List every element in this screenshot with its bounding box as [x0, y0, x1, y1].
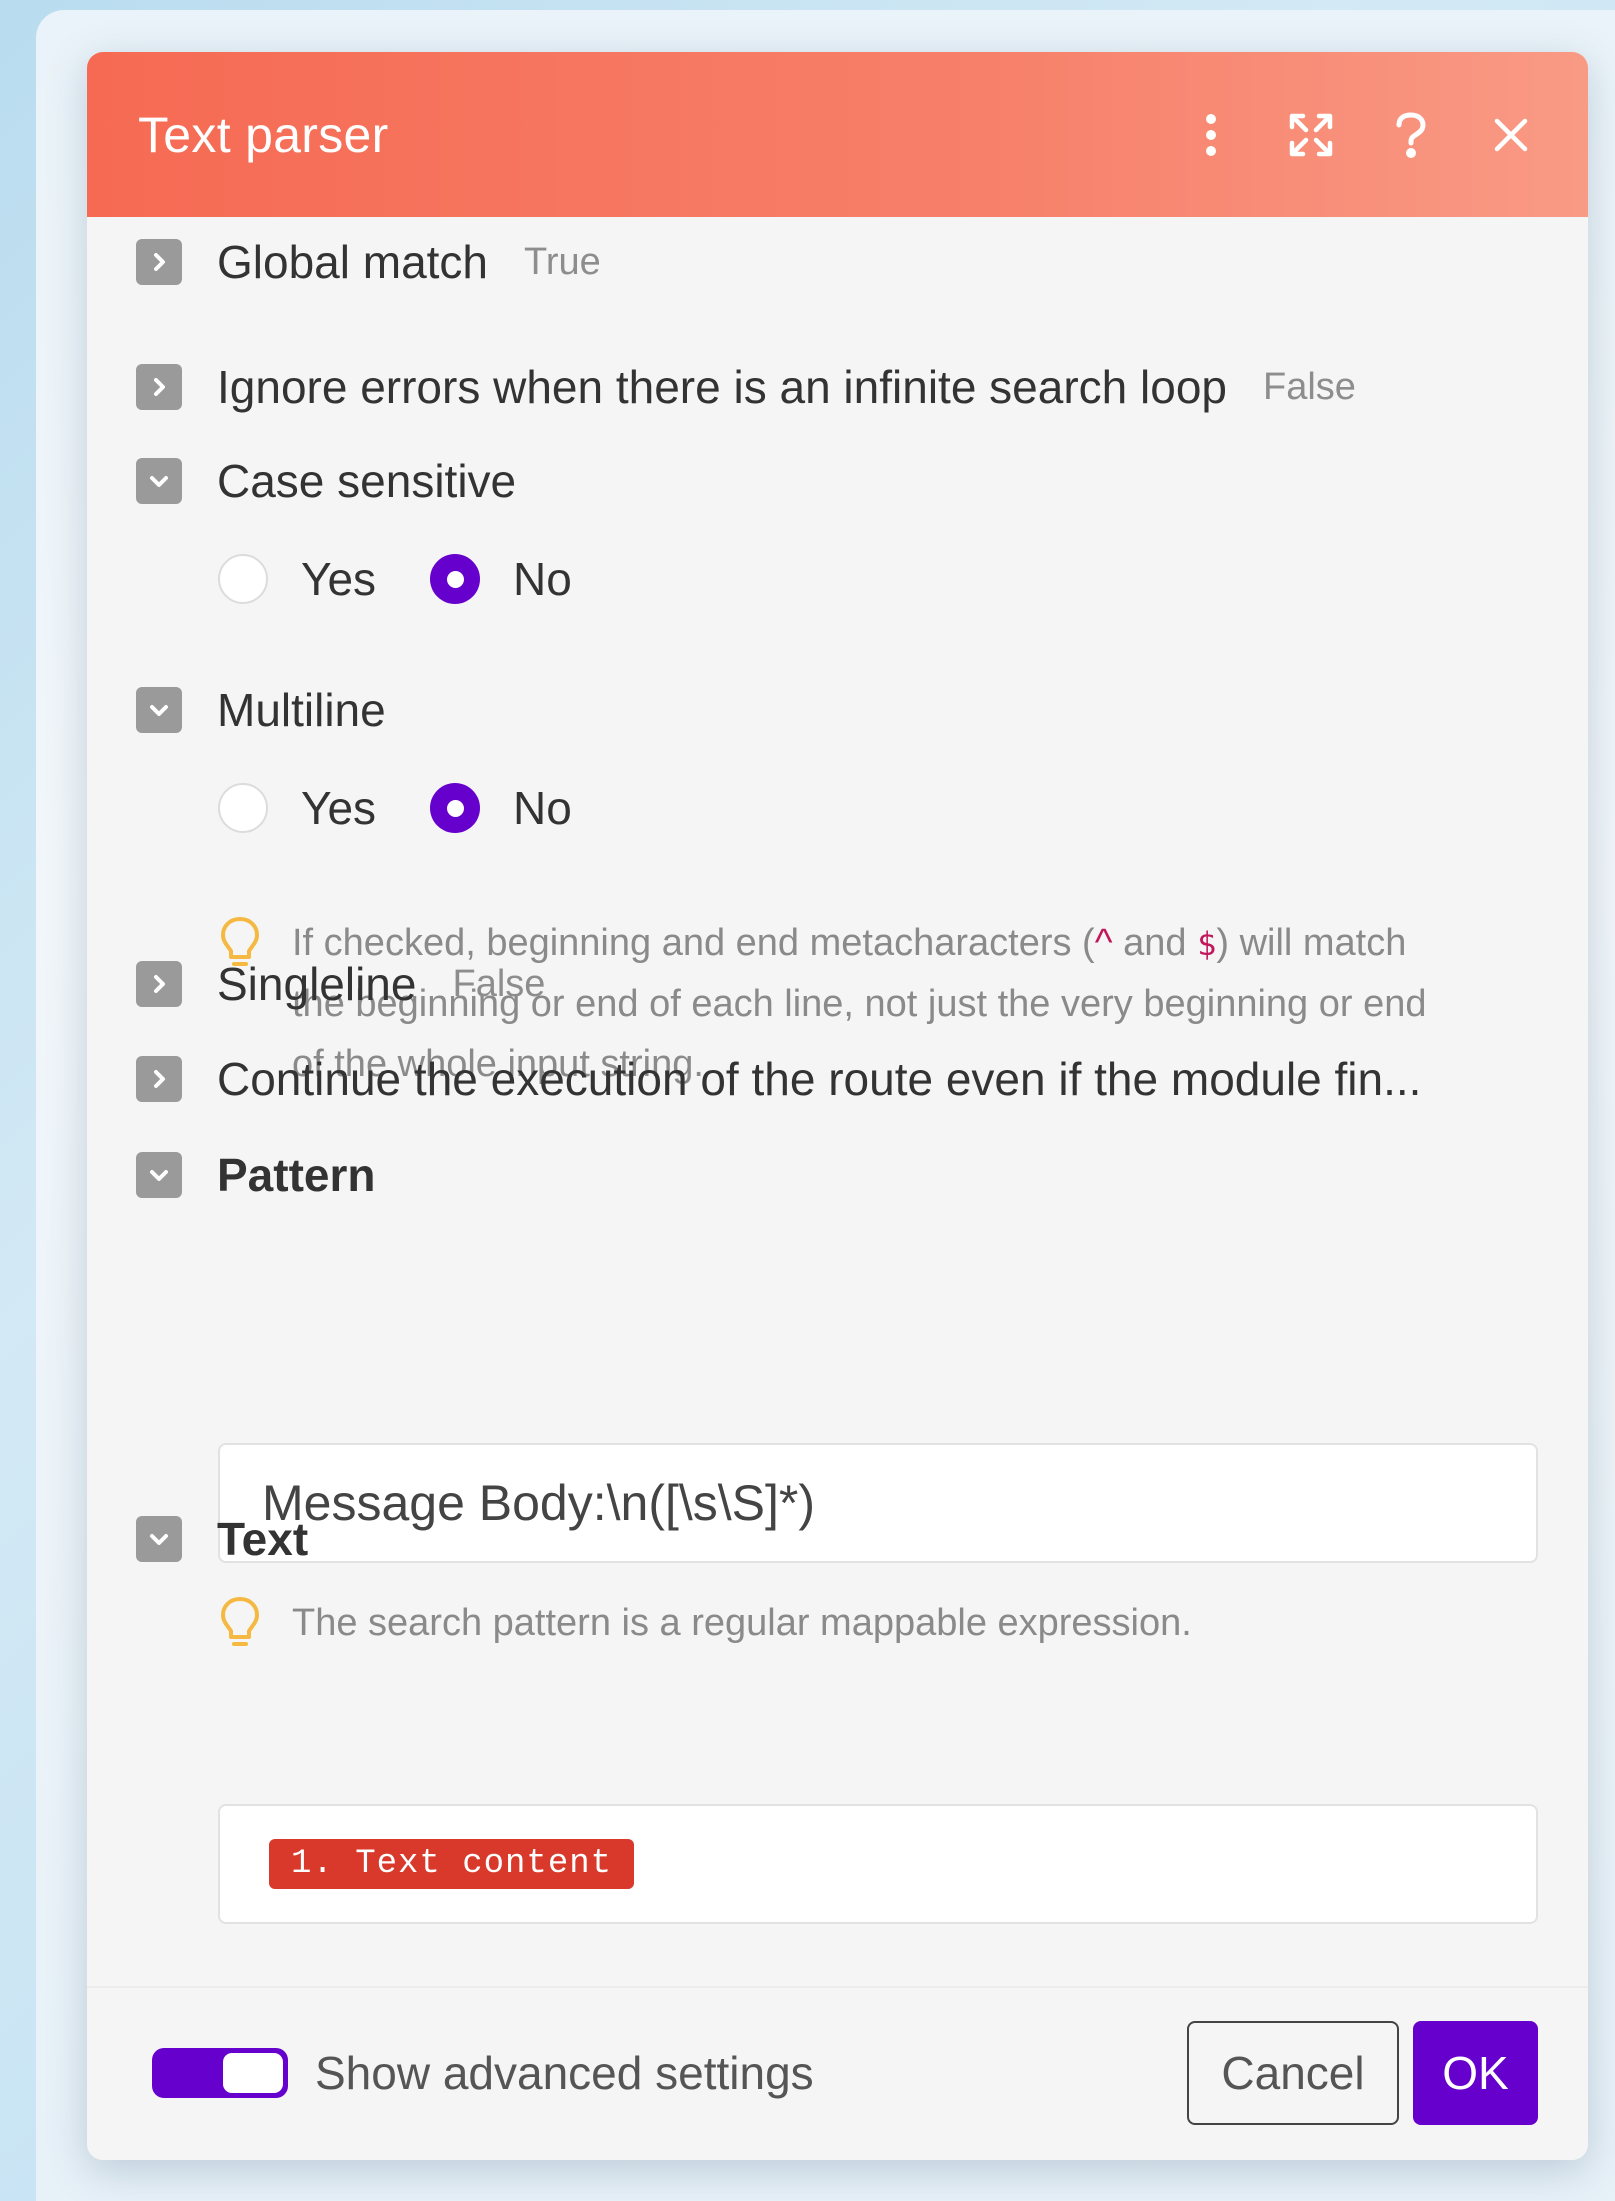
text-input[interactable]: 1. Text content: [218, 1804, 1538, 1924]
pattern-value: Message Body:\n([\s\S]*): [262, 1475, 816, 1531]
setting-value: True: [524, 240, 601, 283]
lightbulb-icon: [221, 1597, 259, 1646]
pattern-hint: The search pattern is a regular mappable…: [218, 1593, 1427, 1653]
chevron-right-icon[interactable]: [136, 239, 182, 285]
more-vertical-icon[interactable]: [1184, 108, 1238, 162]
setting-singleline[interactable]: Singleline False: [136, 957, 545, 1011]
dialog-footer: Show advanced settings Cancel OK: [87, 1986, 1588, 2160]
setting-label: Case sensitive: [217, 455, 517, 507]
chevron-right-icon[interactable]: [136, 364, 182, 410]
help-icon[interactable]: [1384, 108, 1438, 162]
dialog-header: Text parser: [87, 52, 1588, 217]
setting-label: Ignore errors when there is an infinite …: [217, 361, 1228, 413]
dialog-title: Text parser: [138, 106, 389, 163]
setting-ignore-errors[interactable]: Ignore errors when there is an infinite …: [136, 360, 1356, 414]
mapped-value-pill[interactable]: 1. Text content: [269, 1839, 635, 1889]
setting-label: Singleline: [217, 958, 417, 1010]
caret-metachar: ^: [1094, 922, 1113, 964]
setting-label: Global match: [217, 236, 489, 288]
setting-value: False: [1263, 365, 1356, 408]
radio-no-selected[interactable]: [430, 554, 481, 604]
radio-label-no: No: [513, 782, 572, 834]
setting-label: Continue the execution of the route even…: [217, 1053, 1422, 1105]
chevron-down-icon[interactable]: [136, 687, 182, 733]
setting-label: Text: [217, 1513, 309, 1565]
pattern-input[interactable]: Message Body:\n([\s\S]*): [218, 1443, 1538, 1563]
hint-text: The search pattern is a regular mappable…: [292, 1602, 1192, 1644]
advanced-settings-toggle[interactable]: [152, 2048, 288, 2098]
setting-global-match[interactable]: Global match True: [136, 235, 601, 289]
chevron-right-icon[interactable]: [136, 1056, 182, 1102]
radio-label-yes: Yes: [301, 782, 377, 834]
header-actions: [1184, 52, 1538, 217]
chevron-down-icon[interactable]: [136, 1516, 182, 1562]
radio-yes[interactable]: [218, 554, 268, 604]
radio-yes[interactable]: [218, 783, 268, 833]
setting-pattern[interactable]: Pattern: [136, 1148, 375, 1202]
setting-case-sensitive[interactable]: Case sensitive: [136, 454, 516, 508]
setting-label: Multiline: [217, 684, 386, 736]
ok-button[interactable]: OK: [1413, 2021, 1538, 2125]
dollar-metachar: $: [1197, 925, 1217, 963]
chevron-right-icon[interactable]: [136, 961, 182, 1007]
radio-label-no: No: [513, 553, 572, 605]
close-icon[interactable]: [1484, 108, 1538, 162]
radio-no-selected[interactable]: [430, 783, 481, 833]
setting-multiline[interactable]: Multiline: [136, 683, 386, 737]
dialog-body: Global match True Ignore errors when the…: [87, 217, 1588, 2040]
advanced-settings-label: Show advanced settings: [315, 2047, 814, 2099]
chevron-down-icon[interactable]: [136, 1152, 182, 1198]
expand-icon[interactable]: [1284, 108, 1338, 162]
cancel-button[interactable]: Cancel: [1187, 2021, 1399, 2125]
case-sensitive-radio-group: Yes No: [218, 552, 626, 606]
setting-text[interactable]: Text: [136, 1512, 308, 1566]
setting-label: Pattern: [217, 1149, 376, 1201]
radio-label-yes: Yes: [301, 553, 377, 605]
setting-value: False: [452, 962, 546, 1005]
setting-continue-execution[interactable]: Continue the execution of the route even…: [136, 1052, 1421, 1106]
text-parser-dialog: Text parser Global match True Ignore err…: [87, 52, 1588, 2160]
multiline-radio-group: Yes No: [218, 781, 626, 835]
chevron-down-icon[interactable]: [136, 458, 182, 504]
